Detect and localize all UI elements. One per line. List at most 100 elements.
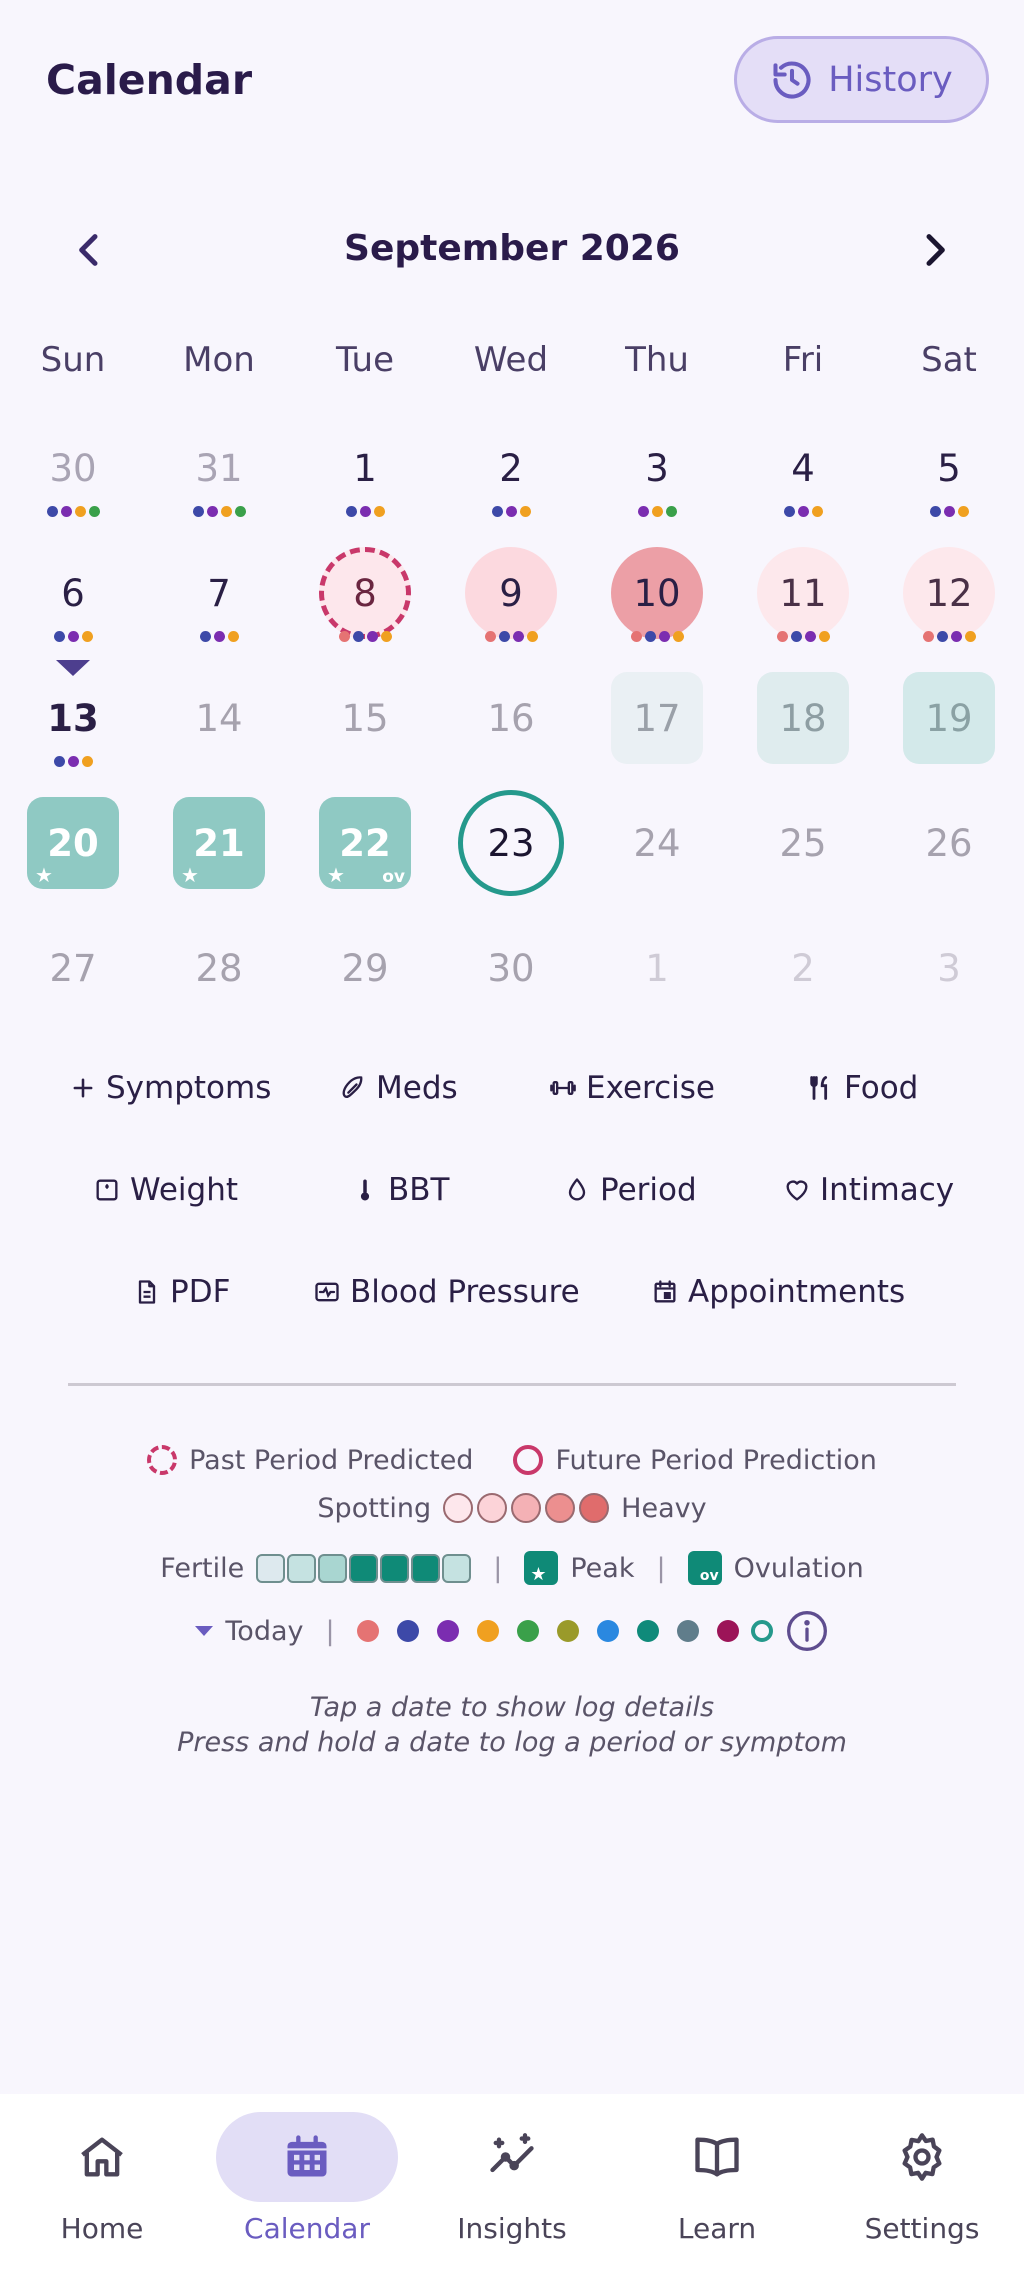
month-title: September 2026	[344, 228, 680, 269]
day-number: 18	[757, 672, 849, 764]
calendar-day-cell[interactable]: 20 ★	[0, 785, 146, 909]
log-dot	[53, 756, 65, 767]
day-number: 2	[791, 946, 815, 990]
calendar-day-cell[interactable]: 17	[584, 660, 730, 784]
calendar-day-cell[interactable]: 31	[146, 410, 292, 534]
ovulation-marker: ov	[382, 867, 405, 887]
intimacy-button[interactable]: Intimacy	[782, 1172, 954, 1208]
calendar-day-cell[interactable]: 30	[438, 910, 584, 1034]
nav-label: Calendar	[244, 2212, 370, 2245]
calendar-day-cell[interactable]: 19	[876, 660, 1022, 784]
heart-icon	[782, 1175, 812, 1205]
bbt-button[interactable]: BBT	[350, 1172, 449, 1208]
day-number: 13	[47, 696, 99, 740]
nav-home[interactable]: Home	[7, 2112, 197, 2262]
fertile-swatch	[256, 1553, 286, 1583]
calendar-day-cell[interactable]: 11	[730, 535, 876, 659]
log-dot	[213, 631, 225, 642]
calendar-day-cell[interactable]: 2	[730, 910, 876, 1034]
appointments-label: Appointments	[688, 1274, 906, 1310]
log-dot	[505, 506, 517, 517]
nav-insights[interactable]: Insights	[417, 2112, 607, 2262]
calendar-day-cell[interactable]: 28	[146, 910, 292, 1034]
calendar-day-cell[interactable]: 24	[584, 785, 730, 909]
calendar-day-cell[interactable]: 5	[876, 410, 1022, 534]
pdf-button[interactable]: PDF	[132, 1274, 230, 1310]
calendar-day-cell[interactable]: 22 ★ ov	[292, 785, 438, 909]
blood-pressure-button[interactable]: Blood Pressure	[312, 1274, 580, 1310]
day-number: 2	[499, 446, 523, 490]
category-dots	[356, 1620, 739, 1642]
calendar-day-cell[interactable]: 1	[584, 910, 730, 1034]
calendar-day-cell[interactable]: 2	[438, 410, 584, 534]
calendar-day-cell[interactable]: 6	[0, 535, 146, 659]
fertile-swatch	[411, 1553, 441, 1583]
category-dot	[596, 1620, 619, 1642]
day-number: 4	[791, 446, 815, 490]
category-dot	[476, 1620, 499, 1642]
log-indicator-dots	[438, 506, 584, 517]
meds-button[interactable]: Meds	[338, 1070, 458, 1106]
nav-calendar[interactable]: Calendar	[212, 2112, 402, 2262]
day-number: 15	[341, 696, 389, 740]
nav-settings[interactable]: Settings	[827, 2112, 1017, 2262]
exercise-button[interactable]: Exercise	[548, 1070, 715, 1106]
log-indicator-dots	[0, 506, 146, 517]
today-ring-swatch	[750, 1620, 773, 1642]
calendar-day-cell[interactable]: 10	[584, 535, 730, 659]
category-dot	[516, 1620, 539, 1642]
hint-line: Press and hold a date to log a period or…	[177, 1727, 847, 1758]
calendar-day-cell[interactable]: 15	[292, 660, 438, 784]
period-button[interactable]: Period	[562, 1172, 697, 1208]
day-number: 28	[195, 946, 243, 990]
calendar-day-cell[interactable]: 14	[146, 660, 292, 784]
log-dot	[366, 631, 378, 642]
day-number: 26	[925, 821, 973, 865]
symptoms-button[interactable]: Symptoms	[68, 1070, 271, 1106]
category-dot	[356, 1620, 379, 1642]
quick-actions-row: PDF Blood Pressure Appointments	[0, 1274, 1024, 1334]
calendar-day-cell[interactable]: 9	[438, 535, 584, 659]
calendar-day-cell[interactable]: 18	[730, 660, 876, 784]
category-dot	[396, 1620, 419, 1642]
calendar-day-cell[interactable]: 1	[292, 410, 438, 534]
exercise-label: Exercise	[586, 1070, 715, 1106]
calendar-day-cell[interactable]: 27	[0, 910, 146, 1034]
calendar-day-cell[interactable]: 8	[292, 535, 438, 659]
weight-label: Weight	[130, 1172, 239, 1208]
food-button[interactable]: Food	[806, 1070, 918, 1106]
day-number: 5	[937, 446, 961, 490]
calendar-day-cell[interactable]: 21 ★	[146, 785, 292, 909]
log-dot	[220, 506, 232, 517]
calendar-day-cell[interactable]: 12	[876, 535, 1022, 659]
log-indicator-dots	[146, 506, 292, 517]
fertile-label: Fertile	[160, 1552, 245, 1584]
weight-button[interactable]: Weight	[92, 1172, 238, 1208]
log-dot	[512, 631, 524, 642]
history-button[interactable]: History	[734, 36, 989, 123]
calendar-day-cell[interactable]: 30	[0, 410, 146, 534]
calendar-day-cell[interactable]: 7	[146, 535, 292, 659]
divider	[68, 1383, 956, 1386]
calendar-day-cell[interactable]: 29	[292, 910, 438, 1034]
log-indicator-dots	[292, 631, 438, 642]
appointments-button[interactable]: Appointments	[650, 1274, 905, 1310]
info-icon[interactable]	[785, 1609, 829, 1653]
calendar-day-cell[interactable]: 26	[876, 785, 1022, 909]
calendar-day-cell[interactable]: 23	[438, 785, 584, 909]
calendar-day-cell[interactable]: 4	[730, 410, 876, 534]
nav-learn[interactable]: Learn	[622, 2112, 812, 2262]
next-month-button[interactable]	[904, 220, 964, 280]
calendar-day-cell[interactable]: 3	[876, 910, 1022, 1034]
calendar-day-cell[interactable]: 25	[730, 785, 876, 909]
day-number: 8	[319, 547, 411, 639]
separator: |	[493, 1552, 503, 1584]
category-dot	[636, 1620, 659, 1642]
log-dot	[67, 631, 79, 642]
log-indicator-dots	[876, 631, 1022, 642]
calendar-day-cell[interactable]: 13	[0, 660, 146, 784]
calendar-day-cell[interactable]: 3	[584, 410, 730, 534]
separator: |	[656, 1552, 666, 1584]
log-dot	[804, 631, 816, 642]
calendar-day-cell[interactable]: 16	[438, 660, 584, 784]
